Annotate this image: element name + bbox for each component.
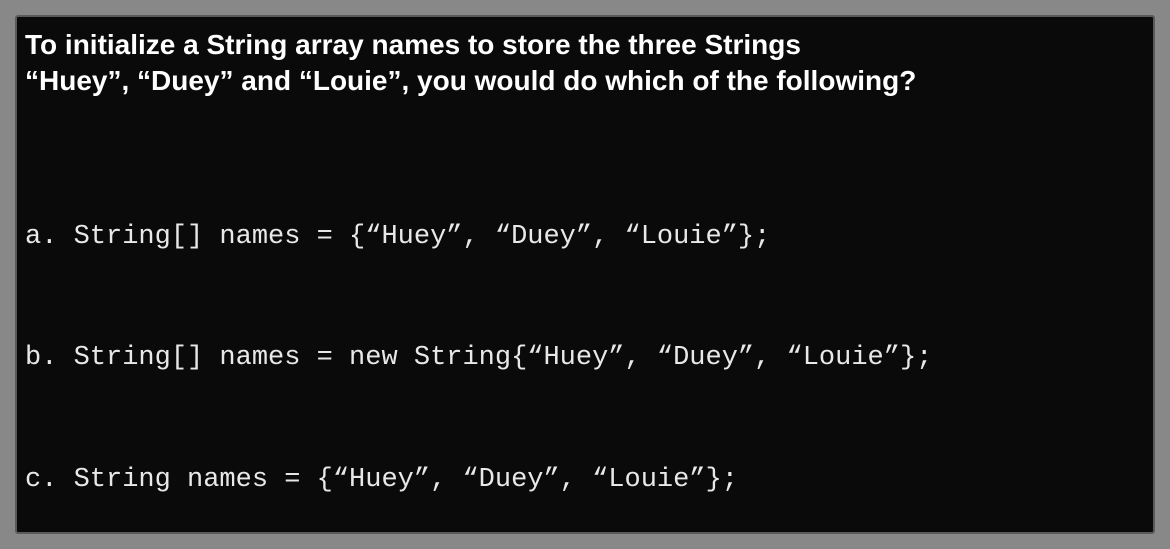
answer-options: a. String[] names = {“Huey”, “Duey”, “Lo…: [25, 136, 1145, 534]
question-line-1: To initialize a String array names to st…: [25, 29, 801, 60]
question-line-2: “Huey”, “Duey” and “Louie”, you would do…: [25, 65, 916, 96]
question-text: To initialize a String array names to st…: [25, 27, 1145, 100]
option-b: b. String[] names = new String{“Huey”, “…: [25, 338, 1145, 379]
question-container: To initialize a String array names to st…: [15, 15, 1155, 534]
option-a: a. String[] names = {“Huey”, “Duey”, “Lo…: [25, 217, 1145, 258]
option-c: c. String names = {“Huey”, “Duey”, “Loui…: [25, 460, 1145, 501]
